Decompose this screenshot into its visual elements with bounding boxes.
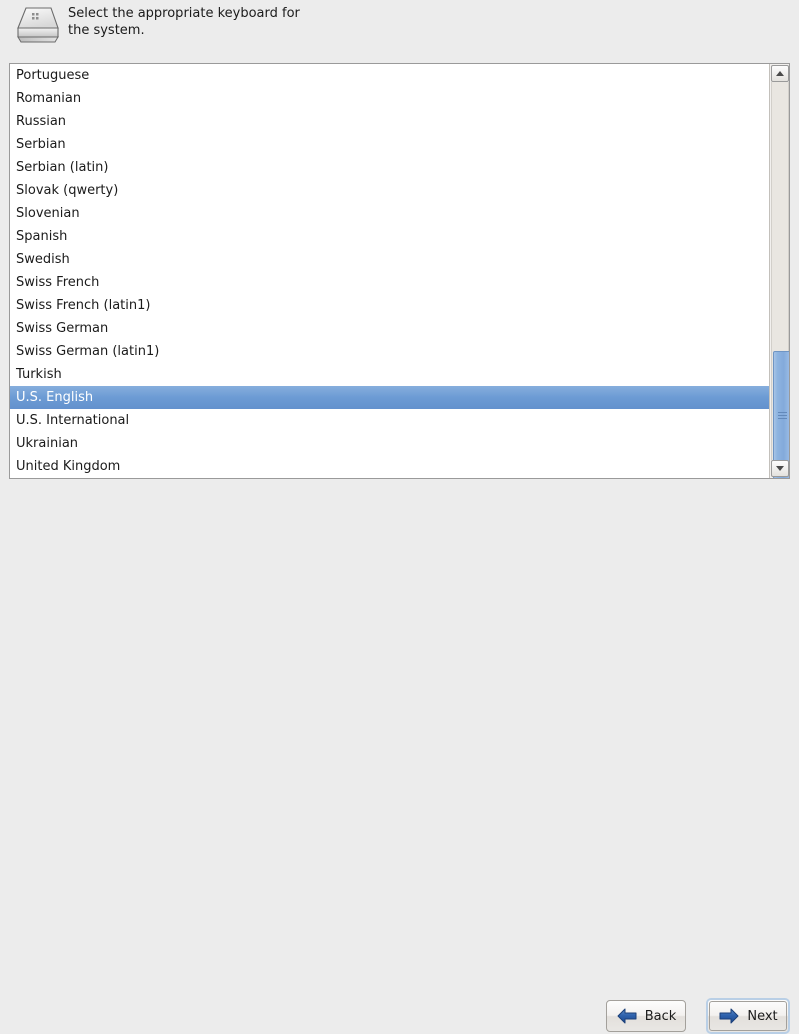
list-item[interactable]: Slovenian — [10, 202, 769, 225]
list-item[interactable]: U.S. International — [10, 409, 769, 432]
keyboard-layout-listbox[interactable]: Portuguese Romanian Russian Serbian Serbian … — [9, 63, 790, 479]
list-item[interactable]: Swiss French — [10, 271, 769, 294]
list-item[interactable]: Slovak (qwerty) — [10, 179, 769, 202]
list-item[interactable]: Ukrainian — [10, 432, 769, 455]
list-item[interactable]: Serbian (latin) — [10, 156, 769, 179]
scroll-up-arrow-icon[interactable] — [771, 65, 789, 82]
back-button[interactable]: Back — [606, 1000, 686, 1032]
list-viewport[interactable]: Portuguese Romanian Russian Serbian Serbian … — [10, 64, 769, 478]
page-title: Select the appropriate keyboard for the … — [68, 6, 300, 38]
back-button-label: Back — [644, 1008, 677, 1024]
chevron-down-glyph — [776, 466, 784, 471]
list-item[interactable]: Portuguese — [10, 64, 769, 87]
list-item[interactable]: Russian — [10, 110, 769, 133]
vertical-scrollbar[interactable] — [769, 64, 789, 478]
page-header: Select the appropriate keyboard for the … — [0, 0, 799, 62]
next-button[interactable]: Next — [706, 998, 790, 1034]
list-item[interactable]: Swiss French (latin1) — [10, 294, 769, 317]
arrow-left-icon — [617, 1008, 637, 1024]
list-item[interactable]: Swiss German (latin1) — [10, 340, 769, 363]
list-item[interactable]: United Kingdom — [10, 455, 769, 478]
scrollbar-track[interactable] — [771, 82, 789, 478]
list-item[interactable]: Turkish — [10, 363, 769, 386]
scrollbar-grip-icon — [777, 410, 787, 421]
scroll-down-arrow-icon[interactable] — [771, 460, 789, 477]
list-item[interactable]: Spanish — [10, 225, 769, 248]
list-item[interactable]: U.S. English — [10, 386, 769, 409]
arrow-right-icon — [719, 1008, 739, 1024]
footer-button-bar: Back Next — [0, 495, 799, 1034]
list-item[interactable]: Romanian — [10, 87, 769, 110]
keyboard-key-icon — [10, 4, 62, 48]
chevron-up-glyph — [776, 71, 784, 76]
list-item[interactable]: Serbian — [10, 133, 769, 156]
next-button-label: Next — [747, 1008, 778, 1024]
list-item[interactable]: Swedish — [10, 248, 769, 271]
list-item[interactable]: Swiss German — [10, 317, 769, 340]
